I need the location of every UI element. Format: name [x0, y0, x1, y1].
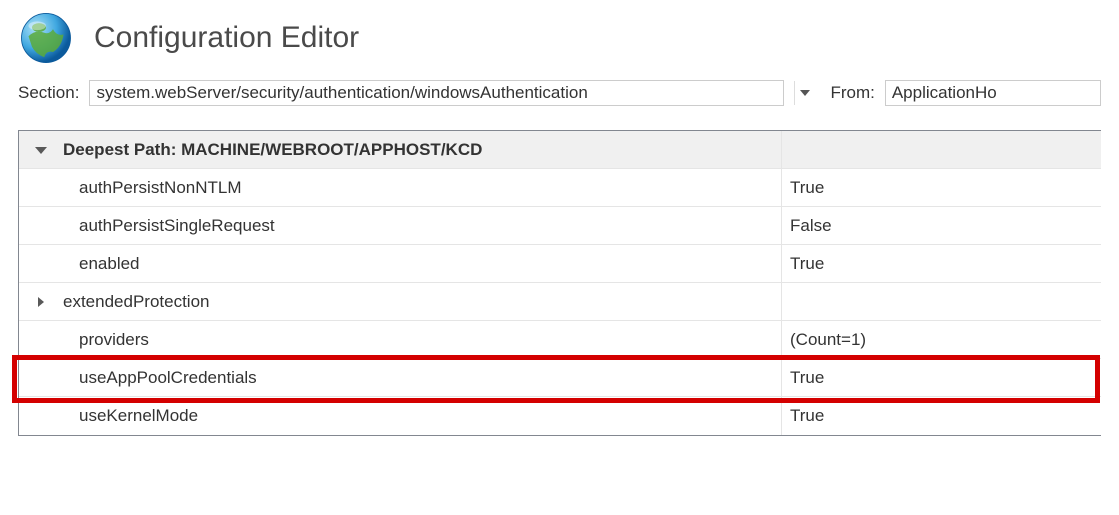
property-value[interactable]: True: [781, 245, 1101, 282]
section-input[interactable]: [89, 80, 784, 106]
property-name: enabled: [63, 254, 781, 274]
property-name: authPersistNonNTLM: [63, 178, 781, 198]
header-path: MACHINE/WEBROOT/APPHOST/KCD: [181, 140, 482, 159]
section-dropdown-arrow[interactable]: [794, 81, 814, 105]
globe-icon: [18, 10, 74, 66]
property-value[interactable]: True: [781, 397, 1101, 435]
grid-header-row[interactable]: Deepest Path: MACHINE/WEBROOT/APPHOST/KC…: [19, 131, 1101, 169]
property-name: providers: [63, 330, 781, 350]
property-name: extendedProtection: [63, 292, 781, 312]
expand-icon[interactable]: [38, 297, 44, 307]
from-label: From:: [830, 83, 874, 103]
grid-row[interactable]: providers (Count=1): [19, 321, 1101, 359]
property-value[interactable]: (Count=1): [781, 321, 1101, 358]
grid-row[interactable]: useKernelMode True: [19, 397, 1101, 435]
grid-row[interactable]: enabled True: [19, 245, 1101, 283]
property-grid: Deepest Path: MACHINE/WEBROOT/APPHOST/KC…: [18, 130, 1101, 436]
header-prefix: Deepest Path:: [63, 140, 181, 159]
page-title: Configuration Editor: [94, 21, 359, 55]
grid-row[interactable]: extendedProtection: [19, 283, 1101, 321]
collapse-icon[interactable]: [35, 147, 47, 154]
property-value[interactable]: True: [781, 169, 1101, 206]
property-name: useAppPoolCredentials: [63, 368, 781, 388]
grid-row[interactable]: authPersistSingleRequest False: [19, 207, 1101, 245]
from-input[interactable]: ApplicationHo: [885, 80, 1101, 106]
property-name: authPersistSingleRequest: [63, 216, 781, 236]
property-value[interactable]: False: [781, 207, 1101, 244]
section-label: Section:: [18, 83, 79, 103]
property-name: useKernelMode: [63, 406, 781, 426]
grid-row[interactable]: useAppPoolCredentials True: [19, 359, 1101, 397]
grid-row[interactable]: authPersistNonNTLM True: [19, 169, 1101, 207]
property-value[interactable]: [781, 283, 1101, 320]
property-value[interactable]: True: [781, 359, 1101, 396]
